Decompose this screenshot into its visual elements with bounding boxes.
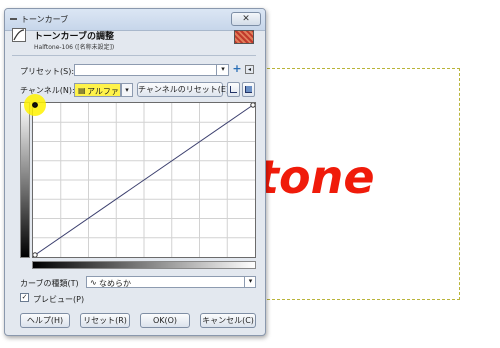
log-histogram-button[interactable] xyxy=(242,82,255,97)
output-gradient-bar xyxy=(20,102,30,258)
curve-type-combo[interactable]: ∿ なめらか xyxy=(86,276,256,288)
channel-label: チャンネル(N): xyxy=(20,86,75,95)
window-menu-icon[interactable] xyxy=(10,18,17,20)
dialog-title: トーンカーブの調整 xyxy=(34,32,115,42)
image-thumbnail xyxy=(234,30,254,44)
input-gradient-bar xyxy=(32,261,256,269)
dialog-subtitle: Halftone-106 ([名称未設定]) xyxy=(34,44,115,51)
close-button[interactable]: ✕ xyxy=(231,12,261,26)
channel-value: アルファ xyxy=(87,87,119,96)
cancel-button[interactable]: キャンセル(C) xyxy=(200,313,256,328)
channel-combo[interactable]: ▤ アルファ xyxy=(74,83,121,97)
curve-point-end xyxy=(250,102,256,108)
presets-label: プリセット(S): xyxy=(20,67,75,76)
curve-type-dropdown-icon[interactable]: ▾ xyxy=(244,276,256,288)
ok-button[interactable]: OK(O) xyxy=(140,313,190,328)
highlighted-point-overlay xyxy=(32,102,38,108)
linear-histogram-icon xyxy=(230,86,237,93)
linear-histogram-button[interactable] xyxy=(227,82,240,97)
header-divider xyxy=(12,55,256,56)
alpha-channel-icon: ▤ xyxy=(78,86,86,95)
halftone-text-image: tone xyxy=(263,150,375,204)
log-histogram-icon xyxy=(245,86,252,93)
channel-dropdown-icon[interactable]: ▾ xyxy=(121,83,133,97)
image-layer-frame[interactable]: tone xyxy=(262,68,460,300)
image-text: tone xyxy=(263,150,375,204)
presets-dropdown-icon[interactable]: ▾ xyxy=(216,64,229,76)
dialog-header: トーンカーブの調整 Halftone-106 ([名称未設定]) xyxy=(12,28,256,54)
preview-label[interactable]: プレビュー(P) xyxy=(33,294,84,305)
preset-menu-button[interactable]: ◂ xyxy=(245,65,254,74)
reset-button[interactable]: リセット(R) xyxy=(80,313,130,328)
add-preset-button[interactable]: + xyxy=(232,63,242,75)
window-title: トーンカーブ xyxy=(21,15,69,24)
curve-point-start xyxy=(32,252,38,258)
smooth-curve-icon: ∿ xyxy=(90,278,97,287)
presets-combo[interactable] xyxy=(74,64,229,76)
curve-type-label: カーブの種類(T) xyxy=(20,279,79,288)
curve-grid xyxy=(32,102,256,258)
curve-graph[interactable] xyxy=(32,102,256,258)
preview-checkbox[interactable]: ✓ xyxy=(20,293,29,302)
reset-channel-button[interactable]: チャンネルのリセット(E) xyxy=(137,82,229,97)
help-button[interactable]: ヘルプ(H) xyxy=(20,313,70,328)
curve-type-value: なめらか xyxy=(99,279,131,288)
curves-tool-icon xyxy=(12,28,26,42)
